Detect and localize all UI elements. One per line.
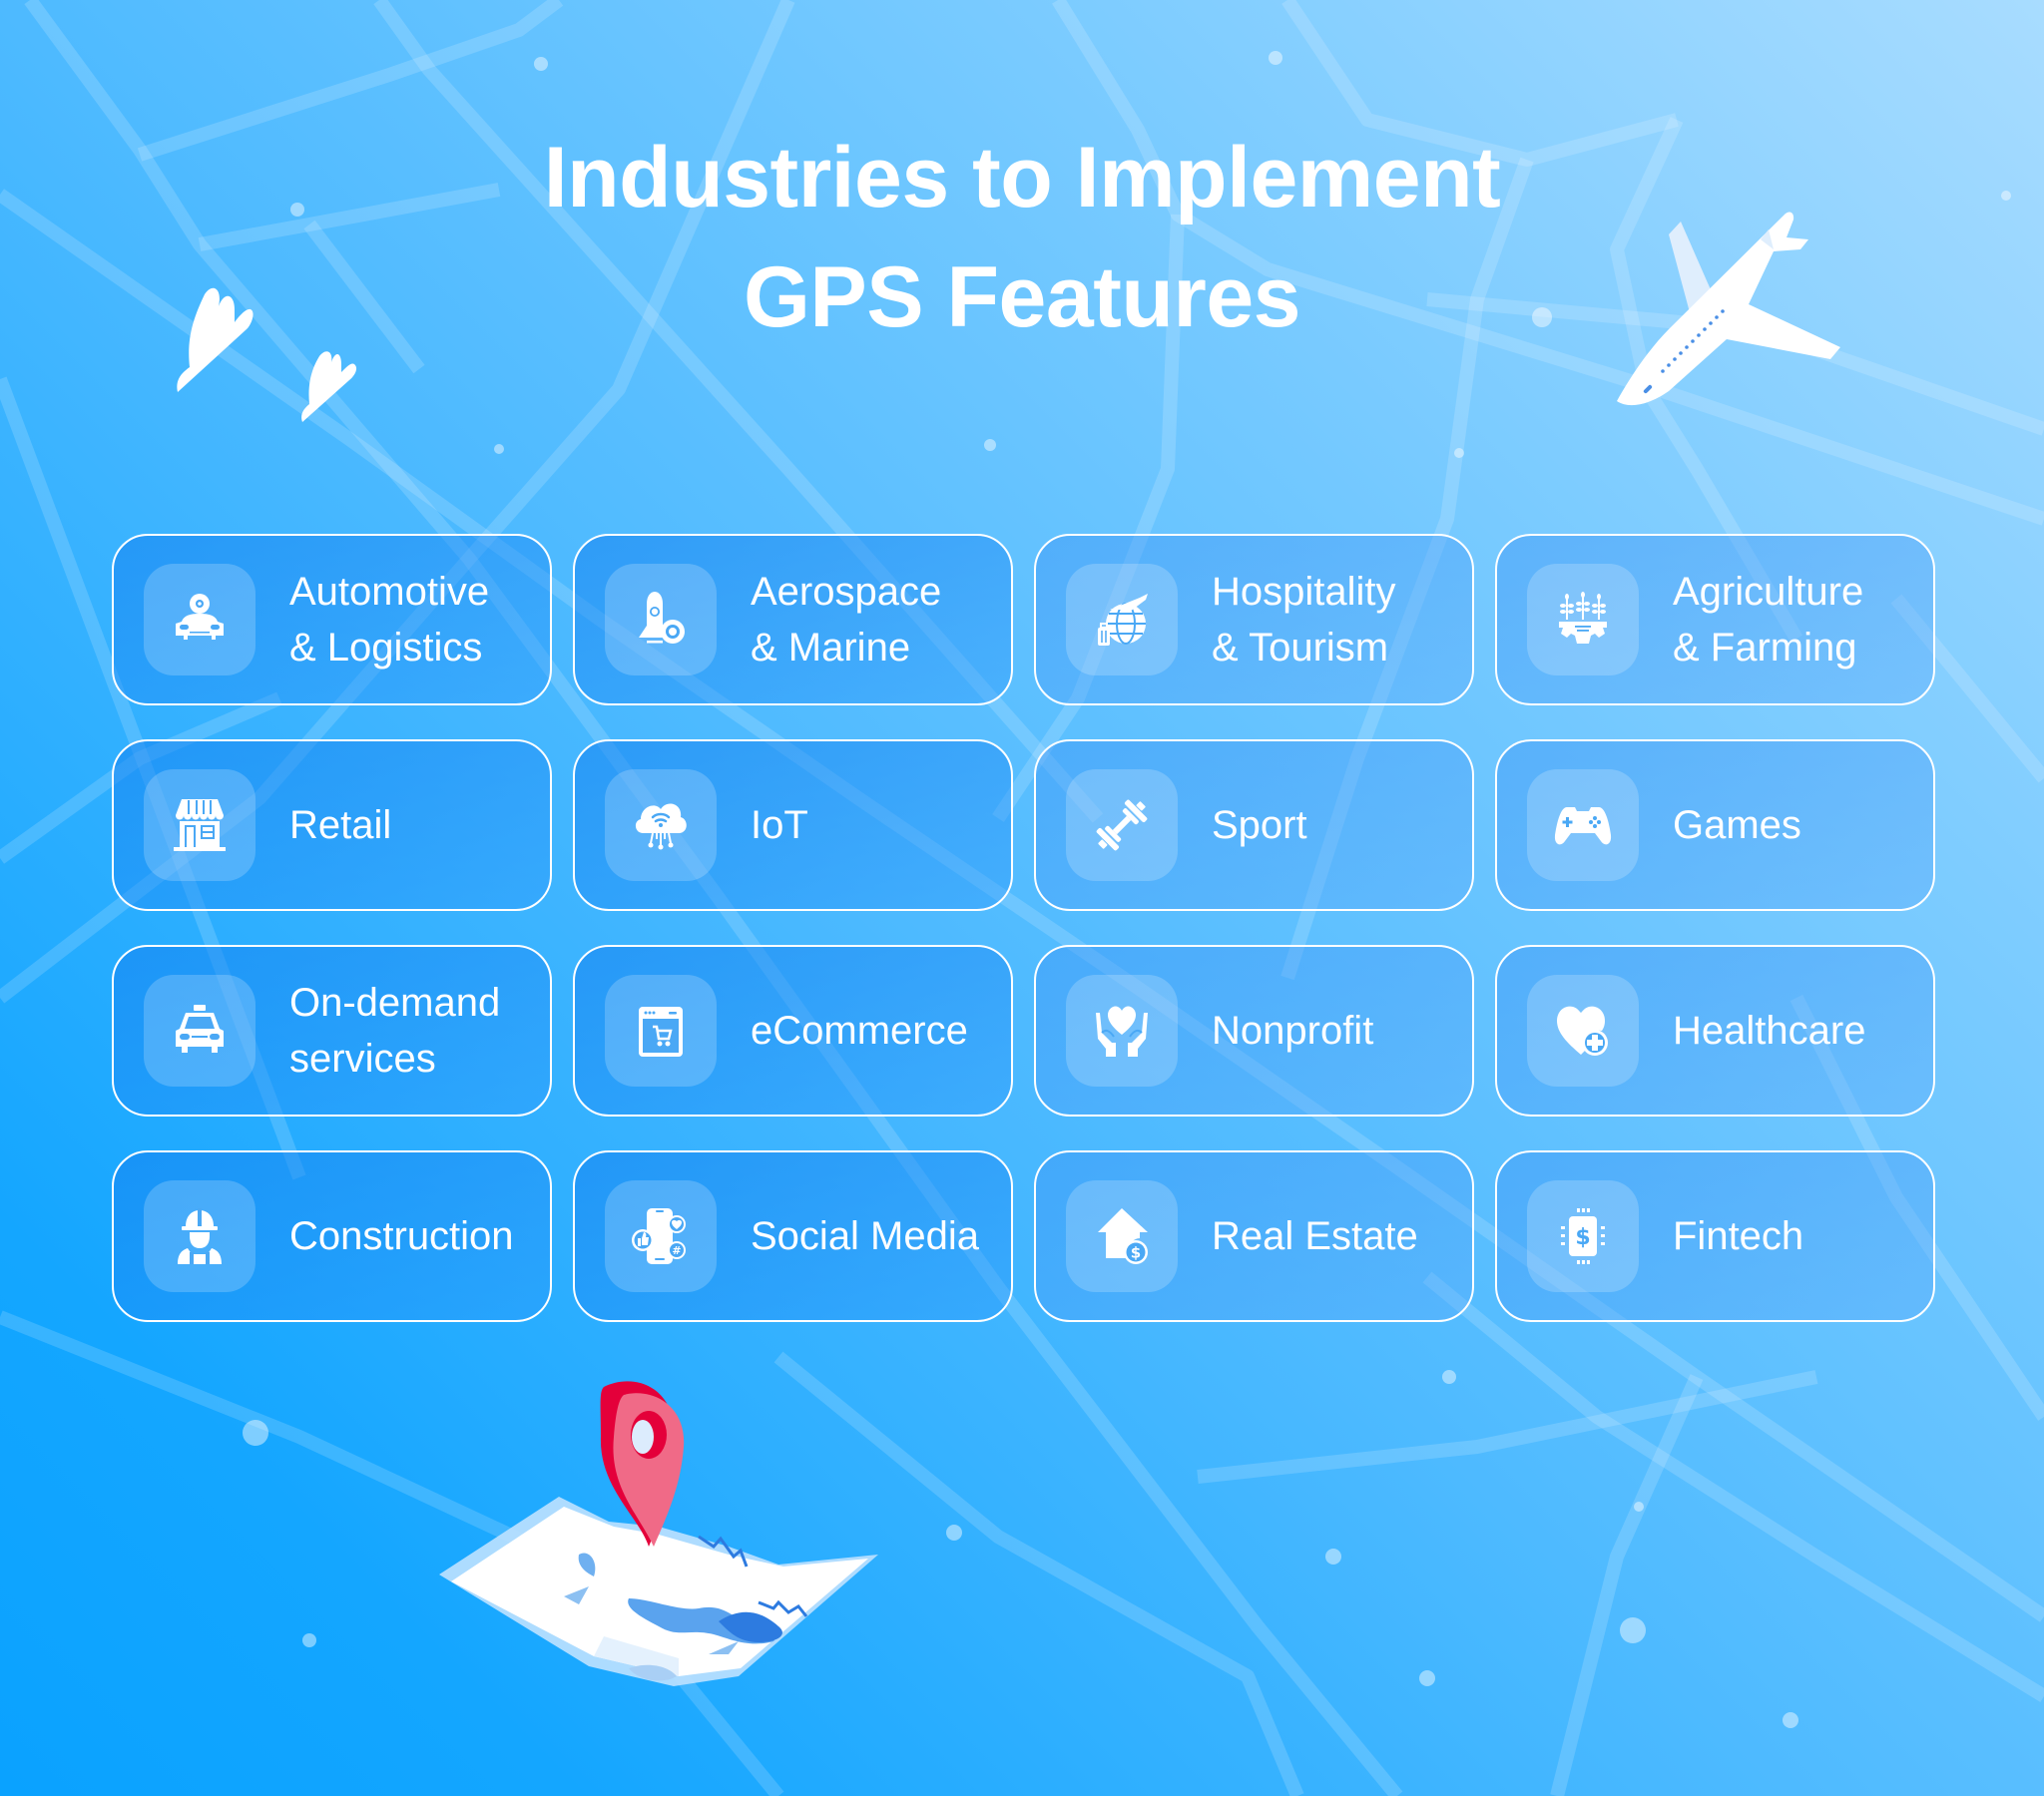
icon-tile: [144, 769, 256, 881]
industry-card-social-media[interactable]: # Social Media: [573, 1150, 1013, 1322]
icon-tile: [605, 975, 717, 1087]
dumbbell-icon: [1096, 799, 1148, 851]
hands-heart-icon: [1096, 1006, 1148, 1057]
industry-card-hospitality-tourism[interactable]: Hospitality & Tourism: [1034, 534, 1474, 705]
chip-dollar-icon: $: [1561, 1208, 1605, 1264]
industry-label: Games: [1673, 803, 1801, 847]
industry-card-construction[interactable]: Construction: [112, 1150, 552, 1322]
industry-card-on-demand-services[interactable]: On-demand services: [112, 945, 552, 1117]
icon-tile: [144, 564, 256, 675]
icon-tile: $: [1527, 1180, 1639, 1292]
icon-tile: [1527, 975, 1639, 1087]
icon-tile: [605, 564, 717, 675]
industry-label: Construction: [289, 1214, 514, 1258]
house-dollar-icon: $: [1098, 1208, 1148, 1264]
svg-text:$: $: [1575, 1225, 1590, 1250]
browser-cart-icon: [639, 1007, 683, 1057]
icon-tile: #: [605, 1180, 717, 1292]
icon-tile: [1066, 769, 1178, 881]
map-pin-illustration: [439, 1381, 878, 1686]
title-line-2: GPS Features: [744, 249, 1301, 345]
industry-card-iot[interactable]: IoT: [573, 739, 1013, 911]
icon-tile: [144, 1180, 256, 1292]
icon-tile: [1527, 769, 1639, 881]
worker-helmet-icon: [178, 1208, 222, 1264]
industry-card-sport[interactable]: Sport: [1034, 739, 1474, 911]
industry-label: Sport: [1212, 803, 1307, 847]
gamepad-icon: [1554, 807, 1612, 845]
taxi-icon: [176, 1005, 224, 1053]
svg-text:$: $: [1131, 1244, 1141, 1262]
industry-label: Fintech: [1673, 1214, 1804, 1258]
industry-card-fintech[interactable]: $ Fintech: [1495, 1150, 1935, 1322]
industry-card-real-estate[interactable]: $ Real Estate: [1034, 1150, 1474, 1322]
industry-card-nonprofit[interactable]: Nonprofit: [1034, 945, 1474, 1117]
industries-grid: Automotive & Logistics Aerospace & Marin…: [112, 534, 1935, 1322]
industry-card-automotive-logistics[interactable]: Automotive & Logistics: [112, 534, 552, 705]
globe-plane-luggage-icon: [1098, 594, 1148, 646]
icon-tile: [605, 769, 717, 881]
plants-gear-icon: [1559, 592, 1607, 644]
icon-tile: [144, 975, 256, 1087]
industry-card-ecommerce[interactable]: eCommerce: [573, 945, 1013, 1117]
car-gear-icon: [176, 594, 224, 640]
industry-card-games[interactable]: Games: [1495, 739, 1935, 911]
industry-label: Hospitality & Tourism: [1212, 570, 1396, 670]
industry-label: Nonprofit: [1212, 1009, 1374, 1053]
industry-card-aerospace-marine[interactable]: Aerospace & Marine: [573, 534, 1013, 705]
industry-card-healthcare[interactable]: Healthcare: [1495, 945, 1935, 1117]
industry-label: Aerospace & Marine: [751, 570, 942, 670]
svg-text:#: #: [672, 1244, 681, 1257]
industry-label: Social Media: [751, 1214, 980, 1258]
industry-label: Healthcare: [1673, 1009, 1866, 1053]
industry-label: IoT: [751, 803, 808, 847]
phone-social-icon: #: [632, 1208, 686, 1264]
industry-label: Agriculture & Farming: [1673, 570, 1864, 670]
icon-tile: [1527, 564, 1639, 675]
heart-medical-icon: [1557, 1006, 1608, 1056]
industry-card-agriculture-farming[interactable]: Agriculture & Farming: [1495, 534, 1935, 705]
industry-label: Retail: [289, 803, 392, 847]
page-title: Industries to Implement GPS Features: [0, 118, 2044, 357]
rocket-gear-icon: [639, 592, 685, 644]
icon-tile: [1066, 564, 1178, 675]
icon-tile: [1066, 975, 1178, 1087]
industry-label: eCommerce: [751, 1009, 968, 1053]
industry-label: On-demand services: [289, 981, 501, 1081]
cloud-wifi-icon: [635, 803, 687, 850]
industry-label: Real Estate: [1212, 1214, 1418, 1258]
title-line-1: Industries to Implement: [543, 130, 1501, 225]
industry-label: Automotive & Logistics: [289, 570, 490, 670]
industry-card-retail[interactable]: Retail: [112, 739, 552, 911]
icon-tile: $: [1066, 1180, 1178, 1292]
storefront-icon: [174, 799, 226, 851]
